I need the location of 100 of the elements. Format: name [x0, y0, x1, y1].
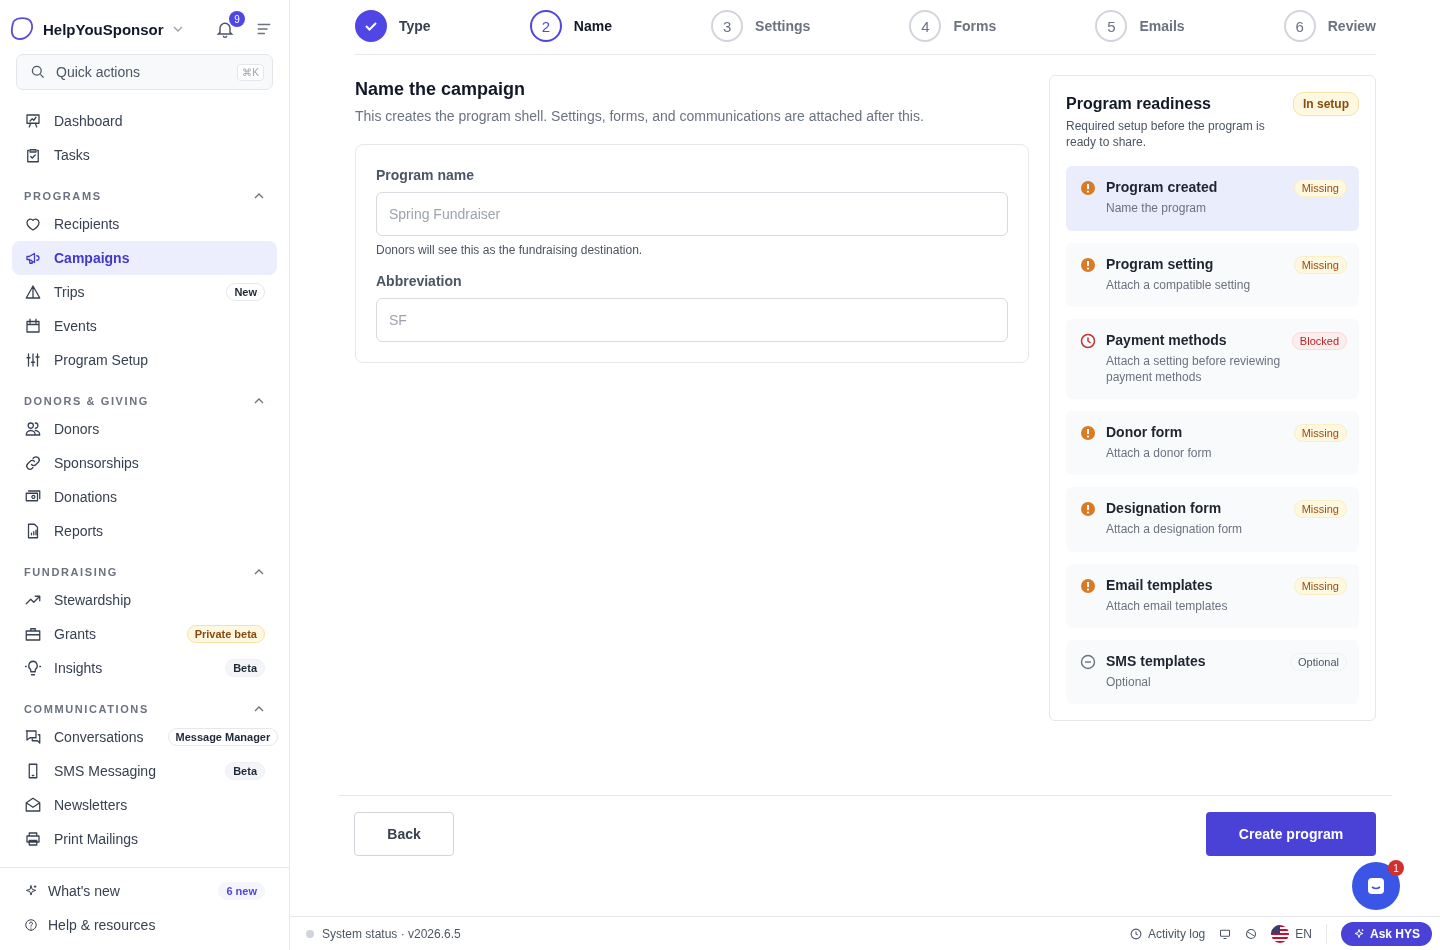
checklist-item[interactable]: Donor form Attach a donor form Missing — [1066, 411, 1359, 476]
checklist-detail: Attach a donor form — [1106, 445, 1213, 462]
badge: 6 new — [218, 882, 265, 900]
search-input[interactable]: Quick actions — [54, 63, 230, 81]
language-selector[interactable]: EN — [1271, 924, 1312, 943]
checklist-detail: Attach a designation form — [1106, 521, 1244, 538]
nav-item[interactable]: Events — [12, 309, 277, 343]
nav-item[interactable]: Dashboard — [12, 104, 277, 138]
status-badge: Blocked — [1291, 331, 1347, 350]
alert-icon — [1080, 256, 1096, 273]
unread-count: 1 — [1388, 860, 1404, 876]
nav-item[interactable]: Insights Beta — [12, 651, 277, 685]
badge: Beta — [225, 762, 265, 780]
notification-count: 9 — [229, 11, 245, 27]
checklist-title: Program setting — [1106, 255, 1215, 272]
section-heading: PROGRAMS — [24, 190, 102, 202]
badge: New — [226, 283, 265, 301]
minus-circle-icon — [1080, 653, 1096, 670]
status-badge: In setup — [1293, 92, 1359, 116]
printer-icon — [24, 830, 42, 848]
checklist-item[interactable]: Designation form Attach a designation form Missing — [1066, 487, 1359, 552]
footer-link[interactable]: Help & resources — [12, 908, 277, 942]
activity-log-link[interactable]: Activity log — [1129, 926, 1206, 941]
checklist-item[interactable]: Program created Name the program Missing — [1066, 166, 1359, 231]
logo-icon — [9, 16, 35, 42]
briefcase-icon — [24, 625, 42, 643]
create-program-button[interactable]: Create program — [1206, 812, 1376, 856]
wizard-step[interactable]: 3 Settings — [711, 10, 811, 42]
checklist-item[interactable]: SMS templates Optional Optional — [1066, 639, 1359, 704]
checklist-detail: Attach a compatible setting — [1106, 276, 1252, 293]
nav-item[interactable]: Donations — [12, 480, 277, 514]
shortcut-hint: ⌘K — [237, 63, 264, 81]
status-badge: Missing — [1293, 424, 1347, 443]
nav-item[interactable]: Newsletters — [12, 788, 277, 822]
checklist-item[interactable]: Email templates Attach email templates Missing — [1066, 563, 1359, 628]
checklist-detail: Attach a setting before reviewing payment methods — [1106, 352, 1282, 386]
text-field[interactable]: Spring Fundraiser — [376, 192, 1008, 236]
page-title: Name the campaign — [355, 79, 527, 100]
status-dot-icon — [306, 929, 314, 938]
nav-item[interactable]: Reports — [12, 514, 277, 548]
triangle-icon — [24, 283, 42, 301]
status-badge: Optional — [1290, 652, 1347, 671]
field-label: Abbreviation — [376, 273, 463, 289]
sparkle-icon — [1352, 927, 1365, 940]
nav-item[interactable]: Stewardship — [12, 583, 277, 617]
dashboard-icon — [24, 112, 42, 130]
nav-item[interactable]: Campaigns — [12, 241, 277, 275]
checklist-item[interactable]: Payment methods Attach a setting before reviewing payment methods Blocked — [1066, 318, 1359, 400]
users-icon — [24, 420, 42, 438]
section-heading: COMMUNICATIONS — [24, 703, 149, 715]
monitor-icon[interactable] — [1219, 927, 1232, 940]
flag-icon — [1271, 924, 1290, 943]
nav-item[interactable]: Print Mailings — [12, 822, 277, 856]
nav-item[interactable]: Program Setup — [12, 343, 277, 377]
nav-item[interactable]: Donors — [12, 412, 277, 446]
alert-icon — [1080, 501, 1096, 518]
wizard-step[interactable]: Type — [355, 10, 431, 42]
nav-item[interactable]: Conversations Message Manager — [12, 720, 277, 754]
checklist-title: Donor form — [1106, 424, 1184, 441]
wizard-step[interactable]: 5 Emails — [1095, 10, 1185, 42]
tasks-icon — [24, 146, 42, 164]
chat-icon — [24, 728, 42, 746]
ask-assistant-button[interactable]: Ask HYS — [1340, 921, 1432, 946]
back-button[interactable]: Back — [354, 812, 454, 856]
calendar-icon — [24, 317, 42, 335]
nav-item[interactable]: Grants Private beta — [12, 617, 277, 651]
section-heading: DONORS & GIVING — [24, 395, 149, 407]
field-label: Program name — [376, 167, 476, 183]
checklist-detail: Attach email templates — [1106, 597, 1229, 614]
text-field[interactable]: SF — [376, 298, 1008, 342]
heart-icon — [24, 215, 42, 233]
status-badge: Missing — [1293, 500, 1347, 519]
checklist-title: Payment methods — [1106, 331, 1228, 348]
nav-item[interactable]: Tasks — [12, 138, 277, 172]
alert-icon — [1080, 425, 1096, 442]
checklist-title: Email templates — [1106, 576, 1214, 593]
badge: Beta — [225, 659, 265, 677]
search-icon — [30, 64, 46, 80]
checklist-title: Program created — [1106, 179, 1219, 196]
nav-item[interactable]: Sponsorships — [12, 446, 277, 480]
status-badge: Missing — [1293, 576, 1347, 595]
checklist-title: SMS templates — [1106, 652, 1207, 669]
bulb-icon — [24, 659, 42, 677]
wizard-step[interactable]: 6 Review — [1283, 10, 1376, 42]
wizard-step[interactable]: 4 Forms — [909, 10, 997, 42]
nav-item[interactable]: Recipients — [12, 207, 277, 241]
field-hint: Donors will see this as the fundraising destination. — [376, 243, 644, 257]
sparkle-icon — [24, 884, 38, 898]
status-badge: Missing — [1293, 255, 1347, 274]
workspace-name[interactable]: HelpYouSponsor — [43, 20, 164, 38]
nav-item[interactable]: SMS Messaging Beta — [12, 754, 277, 788]
badge: Private beta — [186, 625, 265, 643]
alert-icon — [1080, 577, 1096, 594]
system-status[interactable]: System status · v2026.6.5 — [322, 926, 461, 941]
footer-link[interactable]: What's new 6 new — [12, 874, 277, 908]
wizard-step[interactable]: 2 Name — [529, 10, 612, 42]
checklist-detail: Optional — [1106, 673, 1152, 690]
checklist-item[interactable]: Program setting Attach a compatible setting Missing — [1066, 242, 1359, 307]
link-icon — [24, 454, 42, 472]
nav-item[interactable]: Trips New — [12, 275, 277, 309]
